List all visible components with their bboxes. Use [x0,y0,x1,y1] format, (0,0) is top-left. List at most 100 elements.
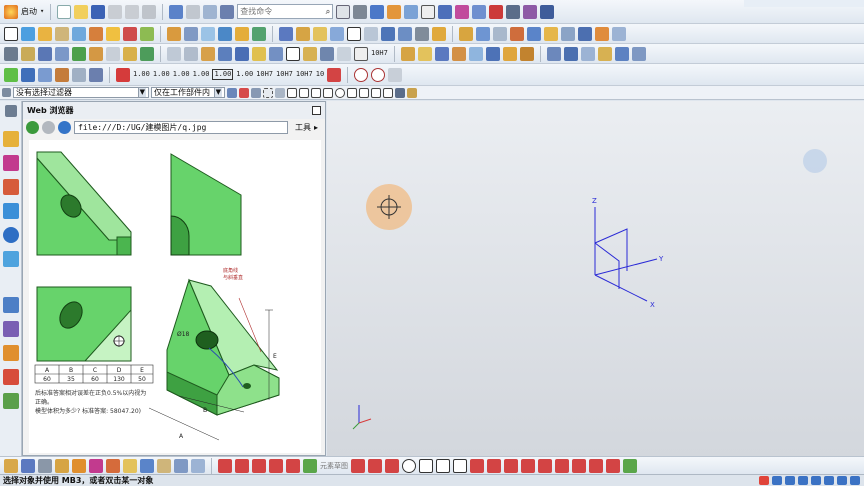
dim-sketch-icon[interactable] [572,458,586,473]
web-browser-icon[interactable] [3,227,19,243]
chamfer-icon[interactable] [184,26,198,41]
thicken-icon[interactable] [415,26,429,41]
dim-style-7[interactable]: 10H7 [256,71,273,78]
constraint2-icon[interactable] [174,458,188,473]
quadrant-icon[interactable] [347,87,357,98]
dim-style-4[interactable]: 1.00 [193,71,210,78]
trim-sketch-icon[interactable] [504,458,518,473]
dim-style-9[interactable]: 10H7 [296,71,313,78]
ruler-icon[interactable] [523,4,538,19]
corner-sketch-icon[interactable] [538,458,552,473]
ime-icon[interactable] [759,476,769,485]
dim-style-8[interactable]: 10H7 [276,71,293,78]
edge-blend-icon[interactable] [167,26,181,41]
surface-finish-icon[interactable] [72,67,86,82]
datum-axis-icon[interactable] [38,46,52,61]
dim-style-6[interactable]: 1.00 [236,71,253,78]
project-curve-icon[interactable] [485,46,500,61]
role-icon[interactable] [3,251,19,267]
sphere-icon[interactable] [330,26,344,41]
datum-plane-icon[interactable] [21,46,35,61]
control-point-icon[interactable] [311,87,321,98]
bolt-icon[interactable] [354,46,368,61]
section-icon[interactable] [540,4,555,19]
snap-grid-icon[interactable] [4,458,18,473]
shaded-view-icon[interactable] [353,4,368,19]
display-color-icon[interactable] [404,4,419,19]
cut-icon[interactable] [108,4,123,19]
pan-icon[interactable] [614,46,629,61]
tools-menu[interactable]: 工具 [295,122,311,133]
start-icon[interactable] [4,4,18,19]
constraint-navigator-icon[interactable] [3,155,19,171]
show-hide-icon[interactable] [275,87,285,98]
hide-icon[interactable] [38,458,52,473]
pocket-icon[interactable] [89,26,103,41]
revolve-icon[interactable] [38,26,52,41]
cylinder2-icon[interactable] [235,46,249,61]
snap-icon[interactable] [455,4,470,19]
shell-icon[interactable] [201,26,215,41]
punctuation-icon[interactable] [798,476,808,485]
select-all-icon[interactable] [239,87,249,98]
arc-sketch-icon[interactable] [385,458,399,473]
grid-tray-icon[interactable] [850,476,860,485]
mid-point-icon[interactable] [299,87,309,98]
settings-icon[interactable] [5,105,17,117]
filter-icon[interactable] [251,87,261,98]
system-material-icon[interactable] [3,321,19,337]
point-sketch-icon[interactable] [470,458,484,473]
point-icon[interactable] [55,46,69,61]
tolerance-icon[interactable]: 10H7 [371,50,388,57]
reuse-library-icon[interactable] [3,203,19,219]
subtract-icon[interactable] [123,26,137,41]
datum-feature-icon[interactable] [89,67,103,82]
redo-icon[interactable] [186,4,201,19]
offset-sketch-icon[interactable] [487,458,501,473]
check-icon[interactable] [4,67,18,82]
dim-style-5[interactable]: 1.00 [212,69,234,80]
menu-icon[interactable] [2,88,11,97]
show-only-icon[interactable] [89,458,103,473]
vertical-icon[interactable] [269,458,283,473]
rectangle-icon[interactable] [201,46,215,61]
sketch-curve-icon[interactable] [417,46,432,61]
dim-style-1[interactable]: 1.00 [133,71,150,78]
edit-icon[interactable] [337,46,351,61]
layer-icon[interactable] [303,46,317,61]
paint-icon[interactable] [387,4,402,19]
sketch-icon[interactable] [4,26,18,41]
resize-face-icon[interactable] [140,46,154,61]
mate-icon[interactable] [157,458,171,473]
sketch-view-icon[interactable] [303,458,317,473]
spline-sketch-icon[interactable] [351,458,365,473]
history-icon[interactable] [3,297,19,313]
sew-icon[interactable] [432,26,446,41]
poly-sketch-icon[interactable] [453,458,467,473]
offset-curve-icon[interactable] [468,46,483,61]
point-on-curve-icon[interactable] [371,87,381,98]
invert-icon[interactable] [106,458,120,473]
moon-icon[interactable] [785,476,795,485]
pattern-icon[interactable] [235,26,249,41]
surface-icon[interactable] [459,26,473,41]
display-part-icon[interactable] [21,458,35,473]
language-icon[interactable] [772,476,782,485]
command-finder-icon[interactable] [220,4,235,19]
move-icon[interactable] [89,46,103,61]
unite-icon[interactable] [106,26,120,41]
fit-view-icon[interactable] [336,4,351,19]
graphics-window[interactable]: Z X Y [327,101,864,456]
edge-icon[interactable] [140,458,154,473]
save-icon[interactable] [91,4,106,19]
show-constraints-icon[interactable] [606,458,620,473]
boss-icon[interactable] [72,26,86,41]
mirror-icon[interactable] [252,26,266,41]
trim-body-icon[interactable] [364,26,378,41]
annotation-icon[interactable] [38,67,52,82]
finish-sketch-icon[interactable] [623,458,637,473]
copy-icon[interactable] [125,4,140,19]
sketch-feature-icon[interactable] [400,46,415,61]
rect-sketch-icon[interactable] [436,458,450,473]
face-blend-icon[interactable] [476,26,490,41]
